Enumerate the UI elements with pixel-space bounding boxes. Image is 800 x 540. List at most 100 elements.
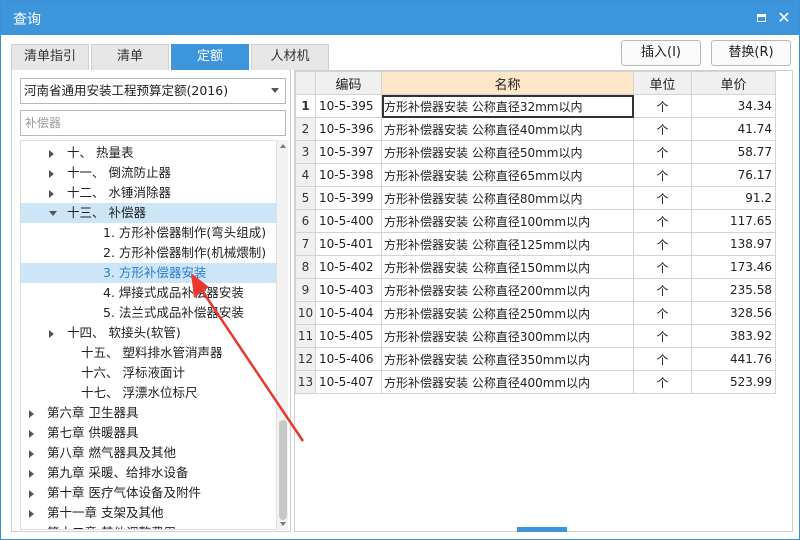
tree-item[interactable]: 第八章 燃气器具及其他 <box>21 443 276 463</box>
table-row[interactable]: 7 10-5-401 方形补偿器安装 公称直径125mm以内个 138.97 <box>295 232 776 256</box>
cell-code[interactable]: 10-5-402 <box>315 255 382 279</box>
cell-name[interactable]: 方形补偿器安装 公称直径50mm以内 <box>381 140 634 164</box>
tree-item[interactable]: 3. 方形补偿器安装 <box>21 263 276 283</box>
replace-button[interactable]: 替换(R) <box>711 40 791 66</box>
cell-code[interactable]: 10-5-401 <box>315 232 382 256</box>
column-header-unit[interactable]: 单位 <box>633 71 692 95</box>
cell-code[interactable]: 10-5-407 <box>315 370 382 394</box>
cell-unit[interactable]: 个 <box>633 232 692 256</box>
row-number[interactable]: 6 <box>295 209 316 233</box>
cell-unit[interactable]: 个 <box>633 370 692 394</box>
tree-item[interactable]: 十四、 软接头(软管) <box>21 323 276 343</box>
cell-name[interactable]: 方形补偿器安装 公称直径300mm以内 <box>381 324 634 348</box>
cell-code[interactable]: 10-5-397 <box>315 140 382 164</box>
cell-code[interactable]: 10-5-403 <box>315 278 382 302</box>
cell-unit[interactable]: 个 <box>633 347 692 371</box>
tree-item[interactable]: 第十章 医疗气体设备及附件 <box>21 483 276 503</box>
column-header-price[interactable]: 单价 <box>691 71 776 95</box>
cell-name[interactable]: 方形补偿器安装 公称直径40mm以内 <box>381 117 634 141</box>
cell-price[interactable]: 523.99 <box>691 370 776 394</box>
tab-quota[interactable]: 定额 <box>171 44 249 70</box>
cell-code[interactable]: 10-5-406 <box>315 347 382 371</box>
tree-item[interactable]: 第十一章 支架及其他 <box>21 503 276 523</box>
cell-price[interactable]: 173.46 <box>691 255 776 279</box>
tree-item[interactable]: 十五、 塑料排水管消声器 <box>21 343 276 363</box>
cell-unit[interactable]: 个 <box>633 186 692 210</box>
row-number[interactable]: 1 <box>295 94 316 118</box>
cell-unit[interactable]: 个 <box>633 94 692 118</box>
cell-price[interactable]: 235.58 <box>691 278 776 302</box>
collapsed-arrow-icon[interactable] <box>29 410 34 418</box>
table-row[interactable]: 3 10-5-397 方形补偿器安装 公称直径50mm以内个 58.77 <box>295 140 776 164</box>
cell-unit[interactable]: 个 <box>633 117 692 141</box>
column-header-name[interactable]: 名称 <box>381 71 634 95</box>
cell-name[interactable]: 方形补偿器安装 公称直径350mm以内 <box>381 347 634 371</box>
cell-unit[interactable]: 个 <box>633 324 692 348</box>
cell-code[interactable]: 10-5-396 <box>315 117 382 141</box>
insert-button[interactable]: 插入(I) <box>621 40 701 66</box>
scroll-up-icon[interactable] <box>280 144 286 148</box>
collapsed-arrow-icon[interactable] <box>49 330 54 338</box>
maximize-icon[interactable] <box>752 8 772 28</box>
row-number[interactable]: 10 <box>295 301 316 325</box>
scroll-down-icon[interactable] <box>280 522 286 526</box>
collapsed-arrow-icon[interactable] <box>29 450 34 458</box>
row-number[interactable]: 11 <box>295 324 316 348</box>
tree-item[interactable]: 4. 焊接式成品补偿器安装 <box>21 283 276 303</box>
row-number[interactable]: 2 <box>295 117 316 141</box>
table-row[interactable]: 11 10-5-405 方形补偿器安装 公称直径300mm以内个 383.92 <box>295 324 776 348</box>
close-icon[interactable]: ✕ <box>774 8 794 28</box>
search-input[interactable] <box>20 110 286 136</box>
row-number[interactable]: 9 <box>295 278 316 302</box>
cell-unit[interactable]: 个 <box>633 140 692 164</box>
cell-code[interactable]: 10-5-399 <box>315 186 382 210</box>
tree-item[interactable]: 十三、 补偿器 <box>21 203 276 223</box>
cell-name[interactable]: 方形补偿器安装 公称直径250mm以内 <box>381 301 634 325</box>
cell-code[interactable]: 10-5-395 <box>315 94 382 118</box>
row-number[interactable]: 5 <box>295 186 316 210</box>
tree-item[interactable]: 1. 方形补偿器制作(弯头组成) <box>21 223 276 243</box>
collapsed-arrow-icon[interactable] <box>29 430 34 438</box>
cell-unit[interactable]: 个 <box>633 255 692 279</box>
cell-name[interactable]: 方形补偿器安装 公称直径80mm以内 <box>381 186 634 210</box>
cell-code[interactable]: 10-5-400 <box>315 209 382 233</box>
table-row[interactable]: 12 10-5-406 方形补偿器安装 公称直径350mm以内个 441.76 <box>295 347 776 371</box>
tree-item[interactable]: 第九章 采暖、给排水设备 <box>21 463 276 483</box>
cell-price[interactable]: 138.97 <box>691 232 776 256</box>
column-header-code[interactable]: 编码 <box>315 71 382 95</box>
cell-unit[interactable]: 个 <box>633 278 692 302</box>
cell-price[interactable]: 76.17 <box>691 163 776 187</box>
row-number[interactable]: 13 <box>295 370 316 394</box>
cell-name[interactable]: 方形补偿器安装 公称直径100mm以内 <box>381 209 634 233</box>
row-number[interactable]: 3 <box>295 140 316 164</box>
cell-name[interactable]: 方形补偿器安装 公称直径200mm以内 <box>381 278 634 302</box>
cell-name[interactable]: 方形补偿器安装 公称直径32mm以内 <box>381 94 634 118</box>
splitter-handle[interactable] <box>517 527 567 532</box>
cell-price[interactable]: 328.56 <box>691 301 776 325</box>
table-row[interactable]: 13 10-5-407 方形补偿器安装 公称直径400mm以内个 523.99 <box>295 370 776 394</box>
cell-unit[interactable]: 个 <box>633 301 692 325</box>
collapsed-arrow-icon[interactable] <box>29 490 34 498</box>
cell-name[interactable]: 方形补偿器安装 公称直径65mm以内 <box>381 163 634 187</box>
tree-item[interactable]: 十二、 水锤消除器 <box>21 183 276 203</box>
row-number[interactable]: 4 <box>295 163 316 187</box>
cell-code[interactable]: 10-5-405 <box>315 324 382 348</box>
table-row[interactable]: 4 10-5-398 方形补偿器安装 公称直径65mm以内个 76.17 <box>295 163 776 187</box>
table-row[interactable]: 5 10-5-399 方形补偿器安装 公称直径80mm以内个 91.2 <box>295 186 776 210</box>
tree-item[interactable]: 第七章 供暖器具 <box>21 423 276 443</box>
row-number[interactable]: 7 <box>295 232 316 256</box>
collapsed-arrow-icon[interactable] <box>29 510 34 518</box>
row-number[interactable]: 12 <box>295 347 316 371</box>
tree-scrollbar[interactable] <box>276 140 288 530</box>
table-row[interactable]: 2 10-5-396 方形补偿器安装 公称直径40mm以内个 41.74 <box>295 117 776 141</box>
expanded-arrow-icon[interactable] <box>49 211 57 216</box>
table-row[interactable]: 10 10-5-404 方形补偿器安装 公称直径250mm以内个 328.56 <box>295 301 776 325</box>
cell-unit[interactable]: 个 <box>633 209 692 233</box>
cell-price[interactable]: 34.34 <box>691 94 776 118</box>
table-row[interactable]: 6 10-5-400 方形补偿器安装 公称直径100mm以内个 117.65 <box>295 209 776 233</box>
cell-name[interactable]: 方形补偿器安装 公称直径400mm以内 <box>381 370 634 394</box>
tree-item[interactable]: 十六、 浮标液面计 <box>21 363 276 383</box>
cell-price[interactable]: 117.65 <box>691 209 776 233</box>
tree-item[interactable]: 第十二章 其他调整费用 <box>21 523 276 529</box>
cell-name[interactable]: 方形补偿器安装 公称直径125mm以内 <box>381 232 634 256</box>
